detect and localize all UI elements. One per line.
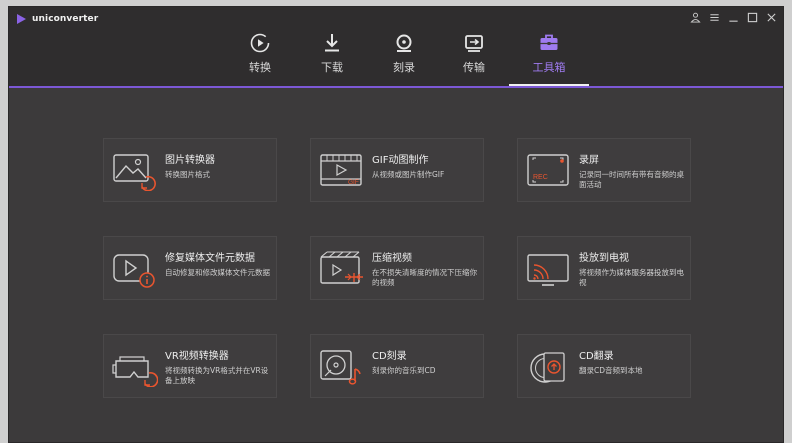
vr-converter-icon	[112, 356, 158, 387]
tool-title: CD刻录	[372, 351, 407, 362]
cast-to-tv-icon	[527, 254, 569, 286]
tools-grid: 图片转换器 转换图片格式 GIF GIF动图制作 从视频或图片制作GIF REC…	[9, 88, 783, 443]
metadata-fix-icon	[113, 254, 155, 288]
tool-card-metadata-fix[interactable]: 修复媒体文件元数据 自动修复和修改媒体文件元数据	[103, 236, 277, 300]
svg-text:GIF: GIF	[348, 179, 359, 186]
burn-icon	[396, 34, 412, 52]
tab-label: 传输	[463, 61, 485, 74]
convert-icon	[250, 33, 270, 53]
tool-card-screen-recorder[interactable]: REC 录屏 记录同一时间所有带有音频的桌面活动	[517, 138, 691, 202]
tab-label: 刻录	[393, 61, 415, 74]
tab-label: 转换	[249, 61, 271, 74]
tool-desc: 记录同一时间所有带有音频的桌面活动	[579, 170, 684, 189]
tab-convert[interactable]: 转换	[232, 31, 288, 81]
tool-desc: 从视频或图片制作GIF	[372, 170, 445, 179]
tab-label: 下载	[321, 61, 343, 74]
tool-desc: 将视频转换为VR格式并在VR设备上放映	[165, 366, 269, 385]
app-window: uniconverter 转换 下载 刻录 传输 工具箱 图片转换器 转换图片格…	[8, 6, 784, 443]
tool-desc: 将视频作为媒体服务器投放到电视	[579, 268, 684, 287]
tool-card-vr-converter[interactable]: VR视频转换器 将视频转换为VR格式并在VR设备上放映	[103, 334, 277, 398]
tool-title: GIF动图制作	[372, 155, 429, 166]
tool-desc: 转换图片格式	[165, 170, 210, 179]
tab-download[interactable]: 下载	[304, 31, 360, 81]
tool-card-image-converter[interactable]: 图片转换器 转换图片格式	[103, 138, 277, 202]
tool-desc: 刻录你的音乐到CD	[372, 366, 436, 375]
tool-title: VR视频转换器	[165, 351, 229, 362]
image-converter-icon	[113, 154, 156, 191]
tab-transfer[interactable]: 传输	[446, 31, 502, 81]
rec-label: REC	[533, 174, 548, 181]
transfer-icon	[465, 35, 483, 52]
tool-card-gif-maker[interactable]: GIF GIF动图制作 从视频或图片制作GIF	[310, 138, 484, 202]
tool-title: 投放到电视	[579, 253, 629, 264]
tab-burn[interactable]: 刻录	[376, 31, 432, 81]
tool-title: 图片转换器	[165, 155, 215, 166]
screen-recorder-icon: REC	[527, 154, 569, 186]
tool-desc: 在不损失清晰度的情况下压缩你的视频	[372, 268, 477, 287]
tool-card-cast-to-tv[interactable]: 投放到电视 将视频作为媒体服务器投放到电视	[517, 236, 691, 300]
tool-title: CD翻录	[579, 351, 614, 362]
toolbox-icon	[540, 34, 558, 50]
gif-maker-icon: GIF	[320, 154, 362, 186]
tab-toolbox[interactable]: 工具箱	[521, 31, 577, 81]
tab-label: 工具箱	[532, 61, 566, 74]
compress-video-icon	[320, 251, 363, 284]
tool-title: 录屏	[579, 155, 599, 166]
title-bar: uniconverter 转换 下载 刻录 传输 工具箱	[9, 7, 783, 88]
tool-card-cd-burner[interactable]: CD刻录 刻录你的音乐到CD	[310, 334, 484, 398]
tool-card-compress-video[interactable]: 压缩视频 在不损失清晰度的情况下压缩你的视频	[310, 236, 484, 300]
download-icon	[325, 34, 339, 52]
tool-card-cd-ripper[interactable]: CD翻录 翻录CD音频到本地	[517, 334, 691, 398]
main-nav: 转换 下载 刻录 传输 工具箱	[9, 7, 783, 87]
tool-desc: 自动修复和修改媒体文件元数据	[165, 268, 270, 277]
cd-burner-icon	[320, 350, 361, 385]
tool-desc: 翻录CD音频到本地	[579, 366, 643, 375]
cd-ripper-icon	[530, 352, 565, 383]
tool-title: 修复媒体文件元数据	[165, 253, 255, 264]
tool-title: 压缩视频	[372, 253, 412, 264]
